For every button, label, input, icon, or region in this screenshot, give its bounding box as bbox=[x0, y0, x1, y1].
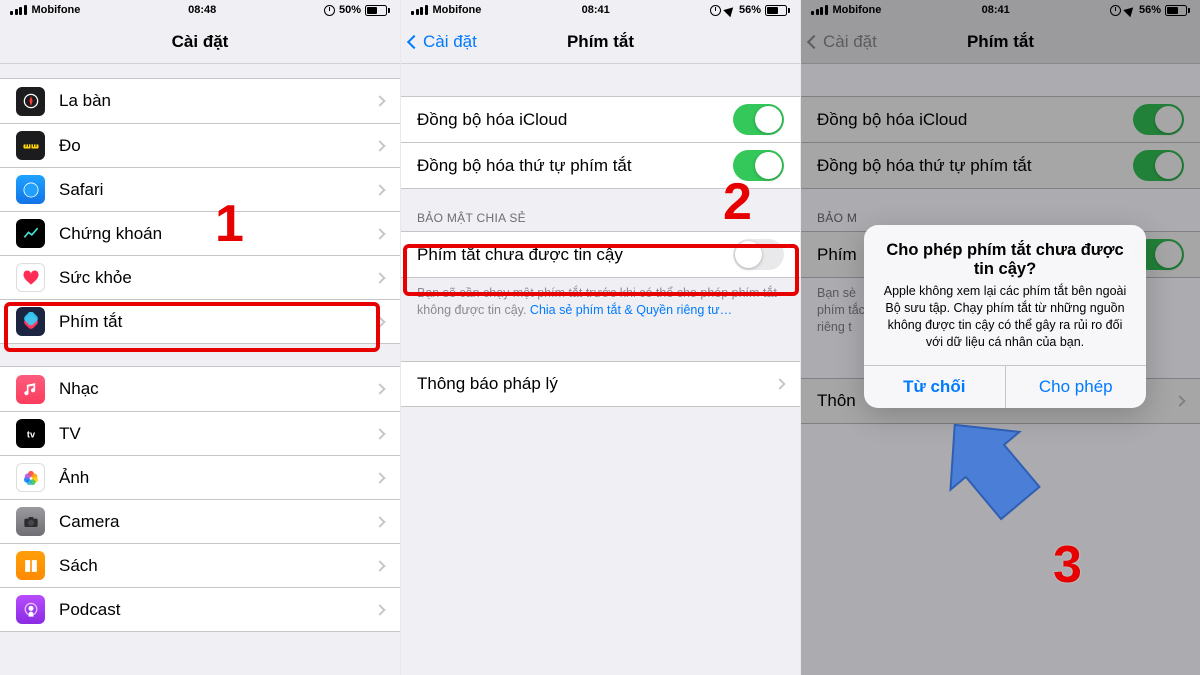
row-label: Podcast bbox=[59, 600, 376, 620]
chevron-right-icon bbox=[374, 140, 385, 151]
row-label: Camera bbox=[59, 512, 376, 532]
carrier-label: Mobifone bbox=[433, 4, 482, 16]
books-icon bbox=[16, 551, 45, 580]
camera-icon bbox=[16, 507, 45, 536]
shortcuts-icon bbox=[16, 307, 45, 336]
clock-label: 08:48 bbox=[188, 4, 216, 16]
chevron-left-icon bbox=[407, 34, 421, 48]
settings-row-podcasts[interactable]: Podcast bbox=[0, 587, 400, 631]
three-screen-canvas: Mobifone 08:48 50% Cài đặt La bàn bbox=[0, 0, 1200, 675]
settings-row-camera[interactable]: Camera bbox=[0, 499, 400, 543]
row-icloud-sync[interactable]: Đồng bộ hóa iCloud bbox=[401, 97, 800, 142]
row-label: Sách bbox=[59, 556, 376, 576]
chevron-right-icon bbox=[374, 383, 385, 394]
chevron-right-icon bbox=[374, 316, 385, 327]
chevron-right-icon bbox=[374, 472, 385, 483]
footer-privacy-link[interactable]: Chia sẻ phím tắt & Quyền riêng tư… bbox=[530, 303, 732, 317]
music-icon bbox=[16, 375, 45, 404]
row-label: Thông báo pháp lý bbox=[417, 374, 776, 394]
row-label: Đo bbox=[59, 136, 376, 156]
chevron-right-icon bbox=[374, 560, 385, 571]
chevron-right-icon bbox=[374, 228, 385, 239]
screen-3-permission-alert: Mobifone 08:41 56% Cài đặt Phím tắt Đồng… bbox=[800, 0, 1200, 675]
row-label: Safari bbox=[59, 180, 376, 200]
svg-text:tv: tv bbox=[26, 429, 35, 439]
alert-allow-button[interactable]: Cho phép bbox=[1005, 366, 1147, 408]
nav-back-label: Cài đặt bbox=[423, 32, 477, 52]
row-legal-notice[interactable]: Thông báo pháp lý bbox=[401, 362, 800, 406]
carrier-label: Mobifone bbox=[32, 4, 81, 16]
group-header-security: BẢO MẬT CHIA SẺ bbox=[401, 211, 800, 231]
row-label: Nhạc bbox=[59, 379, 376, 399]
settings-row-measure[interactable]: Đo bbox=[0, 123, 400, 167]
settings-row-books[interactable]: Sách bbox=[0, 543, 400, 587]
settings-row-photos[interactable]: Ảnh bbox=[0, 455, 400, 499]
status-bar: Mobifone 08:48 50% bbox=[0, 0, 400, 20]
settings-row-safari[interactable]: Safari bbox=[0, 167, 400, 211]
row-label: Phím tắt bbox=[59, 312, 376, 332]
chevron-right-icon bbox=[374, 604, 385, 615]
toggle-untrusted-shortcuts[interactable] bbox=[733, 239, 784, 270]
settings-row-stocks[interactable]: Chứng khoán bbox=[0, 211, 400, 255]
row-label: Đồng bộ hóa thứ tự phím tắt bbox=[417, 156, 733, 176]
settings-row-tv[interactable]: tv TV bbox=[0, 411, 400, 455]
row-label: Sức khỏe bbox=[59, 268, 376, 288]
stocks-icon bbox=[16, 219, 45, 248]
settings-row-music[interactable]: Nhạc bbox=[0, 367, 400, 411]
podcasts-icon bbox=[16, 595, 45, 624]
battery-icon bbox=[365, 5, 390, 16]
alarm-icon bbox=[324, 5, 335, 16]
nav-bar: Cài đặt Phím tắt bbox=[401, 20, 800, 64]
settings-row-health[interactable]: Sức khỏe bbox=[0, 255, 400, 299]
battery-pct-label: 56% bbox=[739, 4, 761, 16]
health-icon bbox=[16, 263, 45, 292]
battery-icon bbox=[765, 5, 790, 16]
row-label: TV bbox=[59, 424, 376, 444]
toggle-icloud-sync[interactable] bbox=[733, 104, 784, 135]
nav-back-button[interactable]: Cài đặt bbox=[409, 32, 477, 52]
row-label: La bàn bbox=[59, 91, 376, 111]
nav-bar: Cài đặt bbox=[0, 20, 400, 64]
screen-2-shortcuts-settings: Mobifone 08:41 56% Cài đặt Phím tắt Đồng… bbox=[400, 0, 800, 675]
location-icon bbox=[723, 3, 736, 16]
row-label: Chứng khoán bbox=[59, 224, 376, 244]
cellular-signal-icon bbox=[411, 5, 428, 15]
chevron-right-icon bbox=[374, 428, 385, 439]
toggle-order-sync[interactable] bbox=[733, 150, 784, 181]
compass-icon bbox=[16, 87, 45, 116]
chevron-right-icon bbox=[374, 95, 385, 106]
alert-message: Apple không xem lại các phím tắt bên ngo… bbox=[864, 283, 1146, 365]
row-label: Ảnh bbox=[59, 468, 376, 488]
nav-title: Cài đặt bbox=[172, 32, 229, 52]
row-untrusted-shortcuts[interactable]: Phím tắt chưa được tin cậy bbox=[401, 232, 800, 277]
apps-list-group-2: Nhạc tv TV Ảnh Camera bbox=[0, 366, 400, 632]
alert-deny-button[interactable]: Từ chối bbox=[864, 366, 1005, 408]
group-footer-security: Bạn sẽ cần chạy một phím tắt trước khi c… bbox=[401, 278, 800, 319]
row-label: Đồng bộ hóa iCloud bbox=[417, 110, 733, 130]
row-label: Phím tắt chưa được tin cậy bbox=[417, 245, 733, 265]
alert-title: Cho phép phím tắt chưa được tin cậy? bbox=[864, 225, 1146, 283]
safari-icon bbox=[16, 175, 45, 204]
clock-label: 08:41 bbox=[582, 4, 610, 16]
chevron-right-icon bbox=[374, 184, 385, 195]
photos-icon bbox=[16, 463, 45, 492]
tv-icon: tv bbox=[16, 419, 45, 448]
settings-row-compass[interactable]: La bàn bbox=[0, 79, 400, 123]
alarm-icon bbox=[710, 5, 721, 16]
apps-list-group-1: La bàn Đo Safari Chứng khoán bbox=[0, 78, 400, 344]
measure-icon bbox=[16, 131, 45, 160]
battery-pct-label: 50% bbox=[339, 4, 361, 16]
chevron-right-icon bbox=[374, 272, 385, 283]
status-bar: Mobifone 08:41 56% bbox=[401, 0, 800, 20]
cellular-signal-icon bbox=[10, 5, 27, 15]
screen-1-settings-list: Mobifone 08:48 50% Cài đặt La bàn bbox=[0, 0, 400, 675]
permission-alert: Cho phép phím tắt chưa được tin cậy? App… bbox=[864, 225, 1146, 408]
chevron-right-icon bbox=[374, 516, 385, 527]
nav-title: Phím tắt bbox=[567, 32, 634, 52]
row-order-sync[interactable]: Đồng bộ hóa thứ tự phím tắt bbox=[401, 142, 800, 188]
settings-row-shortcuts[interactable]: Phím tắt bbox=[0, 299, 400, 343]
chevron-right-icon bbox=[774, 378, 785, 389]
